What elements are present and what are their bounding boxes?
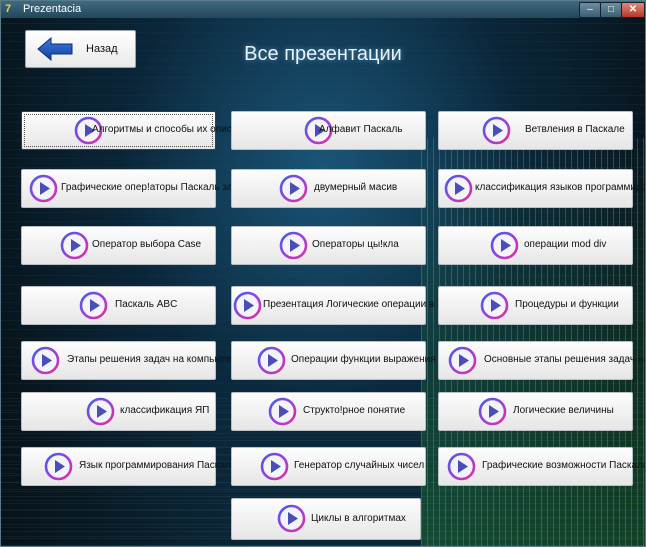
presentation-button[interactable]: Паскаль ABC [21, 286, 216, 325]
presentation-button-label: Ветвления в Паскале [525, 124, 625, 135]
play-icon [29, 174, 58, 203]
presentation-button-label: Алфавит Паскаль [319, 124, 403, 135]
presentation-button[interactable]: Алгоритмы и способы их описания [21, 111, 254, 150]
play-icon [448, 346, 477, 375]
play-icon [482, 116, 511, 145]
title-bar: 7 Prezentacia – □ ✕ [1, 1, 645, 18]
presentation-button[interactable]: Процедуры и функции [438, 286, 633, 325]
play-icon [279, 231, 308, 260]
presentation-button[interactable]: Основные этапы решения задач на ЭВМ [438, 341, 645, 380]
maximize-button[interactable]: □ [600, 2, 622, 18]
presentation-button-label: Операторы цы!кла [312, 239, 399, 250]
presentation-button[interactable]: Язык программирования Паскаль [21, 447, 236, 486]
presentation-button[interactable]: классификация ЯП [21, 392, 216, 431]
presentation-button-label: Циклы в алгоритмах [311, 513, 406, 524]
play-icon [444, 174, 473, 203]
play-icon [86, 397, 115, 426]
presentation-button-label: Структо!рное понятие [303, 405, 406, 416]
play-icon [31, 346, 60, 375]
presentation-button-label: классификация ЯП [120, 405, 210, 416]
close-button[interactable]: ✕ [621, 2, 645, 18]
presentation-button[interactable]: Графические опер!аторы Паскаль задачи [21, 169, 255, 208]
minimize-button[interactable]: – [579, 2, 601, 18]
presentation-button[interactable]: классификация языков программирования [438, 169, 645, 208]
play-icon [44, 452, 73, 481]
presentation-button[interactable]: Презентация Логические операции в Паскал… [231, 286, 476, 325]
presentation-button-label: Логические величины [513, 405, 614, 416]
presentation-button-label: Паскаль ABC [115, 299, 178, 310]
app-icon: 7 [5, 3, 12, 15]
presentation-button[interactable]: Графические возможности Паскаль ABC [438, 447, 645, 486]
page-title: Все презентации [244, 43, 402, 65]
presentation-button[interactable]: Логические величины [438, 392, 633, 431]
app-window: 7 Prezentacia – □ ✕ Назад Все презентаци… [0, 0, 646, 547]
presentation-button-label: Алгоритмы и способы их описания [92, 124, 254, 135]
presentation-button[interactable]: Этапы решения задач на компьютере [21, 341, 243, 380]
play-icon [277, 504, 306, 533]
play-icon [447, 452, 476, 481]
presentation-button-label: Операции функции выражения [291, 354, 436, 365]
presentation-button[interactable]: двумерный масив [231, 169, 426, 208]
presentation-button[interactable]: Операторы цы!кла [231, 226, 426, 265]
presentation-button-label: Этапы решения задач на компьютере [67, 354, 243, 365]
presentation-button-label: операции mod div [524, 239, 607, 250]
presentation-button[interactable]: Алфавит Паскаль [231, 111, 426, 150]
window-title: Prezentacia [23, 3, 82, 15]
presentation-button[interactable]: Ветвления в Паскале [438, 111, 633, 150]
play-icon [268, 397, 297, 426]
presentation-button[interactable]: Оператор выбора Case [21, 226, 216, 265]
presentation-button-label: Графические опер!аторы Паскаль задачи [61, 182, 255, 193]
presentation-button-label: классификация языков программирования [475, 182, 645, 193]
presentation-button[interactable]: операции mod div [438, 226, 633, 265]
presentation-button[interactable]: Циклы в алгоритмах [231, 498, 421, 540]
play-icon [260, 452, 289, 481]
presentation-button-label: Графические возможности Паскаль ABC [482, 460, 646, 471]
presentation-button-label: двумерный масив [314, 182, 398, 193]
presentation-button[interactable]: Генератор случайных чисел [231, 447, 426, 486]
play-icon [490, 231, 519, 260]
play-icon [279, 174, 308, 203]
presentation-button-label: Оператор выбора Case [92, 239, 202, 250]
presentation-button-label: Генератор случайных чисел [294, 460, 425, 471]
play-icon [60, 231, 89, 260]
play-icon [79, 291, 108, 320]
presentation-button-label: Процедуры и функции [515, 299, 619, 310]
presentation-button[interactable]: Операции функции выражения [231, 341, 436, 380]
presentation-button-label: Основные этапы решения задач на ЭВМ [484, 354, 645, 365]
play-icon [480, 291, 509, 320]
play-icon [257, 346, 286, 375]
presentation-button-label: Язык программирования Паскаль [79, 460, 236, 471]
play-icon [233, 291, 262, 320]
presentation-button[interactable]: Структо!рное понятие [231, 392, 426, 431]
play-icon [478, 397, 507, 426]
